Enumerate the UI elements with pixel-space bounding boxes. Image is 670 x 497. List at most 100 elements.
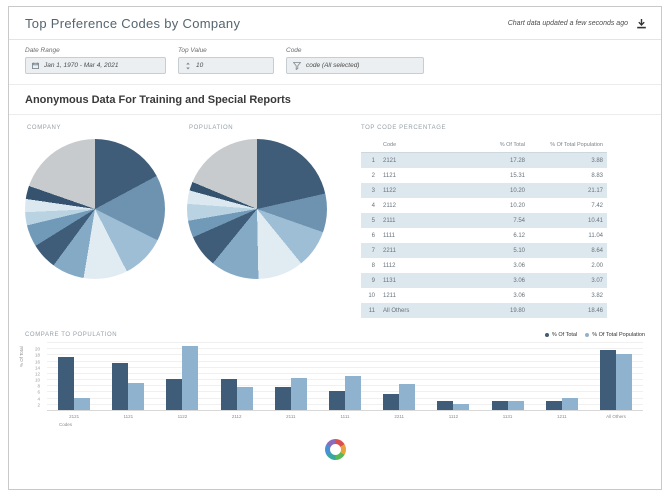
download-button[interactable] — [635, 18, 647, 30]
table-row: 1212117.283.88 — [361, 153, 607, 169]
code-label: Code — [286, 47, 424, 54]
table-col-header: Code — [379, 139, 457, 153]
x-tick-label: 1121 — [101, 411, 155, 419]
brand-logo[interactable] — [325, 439, 346, 460]
table-cell: 3.06 — [457, 273, 529, 288]
bar-group[interactable] — [535, 343, 589, 410]
legend-label: % Of Total — [552, 332, 577, 338]
dashboard-card: Top Preference Codes by Company Chart da… — [8, 6, 662, 490]
y-tick-label: 20 — [35, 347, 40, 352]
bar[interactable] — [112, 363, 128, 410]
table-cell: 10.41 — [529, 213, 607, 228]
table-cell: 10.20 — [457, 183, 529, 198]
bar[interactable] — [58, 357, 74, 410]
bar[interactable] — [275, 387, 291, 410]
table-cell: 9 — [361, 273, 379, 288]
table-row: 521117.5410.41 — [361, 213, 607, 228]
x-tick-label: 1122 — [155, 411, 209, 419]
table-cell: 1111 — [379, 228, 457, 243]
bar[interactable] — [291, 378, 307, 410]
table-row: 1012113.063.82 — [361, 288, 607, 303]
x-tick-label: 1211 — [535, 411, 589, 419]
bar[interactable] — [453, 404, 469, 410]
bar-group[interactable] — [47, 343, 101, 410]
x-tick-label: 1112 — [426, 411, 480, 419]
bar-group[interactable] — [481, 343, 535, 410]
table-cell: 7.54 — [457, 213, 529, 228]
table-cell: 11.04 — [529, 228, 607, 243]
table-row: 611116.1211.04 — [361, 228, 607, 243]
table-row: 2112115.318.83 — [361, 168, 607, 183]
bar-group[interactable] — [155, 343, 209, 410]
x-tick-label: All Others — [589, 411, 643, 419]
table-cell: 2 — [361, 168, 379, 183]
table-cell: 8.64 — [529, 243, 607, 258]
legend-dot-icon — [585, 333, 589, 337]
section-title: Anonymous Data For Training and Special … — [9, 85, 661, 115]
footer — [9, 439, 661, 460]
legend-item[interactable]: % Of Total Population — [585, 332, 645, 338]
x-axis-labels: 2121112111222112211111112211111211311211… — [47, 411, 643, 419]
bar[interactable] — [383, 394, 399, 410]
table-row: 3112210.2021.17 — [361, 183, 607, 198]
bar[interactable] — [329, 391, 345, 410]
bar[interactable] — [399, 384, 415, 410]
table-row: 11All Others19.8018.46 — [361, 303, 607, 318]
table-cell: 1122 — [379, 183, 457, 198]
x-tick-label: 1111 — [318, 411, 372, 419]
table-cell: 2112 — [379, 198, 457, 213]
x-tick-label: 2211 — [372, 411, 426, 419]
bar[interactable] — [616, 354, 632, 410]
bar[interactable] — [74, 398, 90, 410]
date-range-value: Jan 1, 1970 - Mar 4, 2021 — [44, 62, 118, 69]
bar[interactable] — [166, 379, 182, 410]
bar[interactable] — [562, 398, 578, 410]
table-cell: 3.06 — [457, 258, 529, 273]
table-cell: 2111 — [379, 213, 457, 228]
company-pie-chart[interactable] — [25, 139, 165, 279]
table-row: 811123.062.00 — [361, 258, 607, 273]
page-title: Top Preference Codes by Company — [25, 16, 240, 31]
date-range-input[interactable]: Jan 1, 1970 - Mar 4, 2021 — [25, 57, 166, 74]
bar[interactable] — [546, 401, 562, 410]
table-cell: 3.06 — [457, 288, 529, 303]
bar[interactable] — [600, 350, 616, 410]
bar-group[interactable] — [101, 343, 155, 410]
bar[interactable] — [221, 379, 237, 410]
bar[interactable] — [508, 401, 524, 410]
code-select[interactable]: code (All selected) — [286, 57, 424, 74]
table-cell: 3.88 — [529, 153, 607, 169]
bar-chart-title: COMPARE TO POPULATION — [25, 332, 117, 338]
legend-item[interactable]: % Of Total — [545, 332, 577, 338]
bar[interactable] — [128, 383, 144, 410]
bar[interactable] — [437, 401, 453, 410]
table-cell: 7 — [361, 243, 379, 258]
y-tick-label: 4 — [37, 396, 40, 401]
population-pie-label: POPULATION — [189, 125, 339, 131]
bar-group[interactable] — [426, 343, 480, 410]
top-value-input[interactable]: 10 — [178, 57, 274, 74]
table-col-header — [361, 139, 379, 153]
date-range-label: Date Range — [25, 47, 166, 54]
table-col-header: % Of Total — [457, 139, 529, 153]
bar[interactable] — [492, 401, 508, 410]
top-value-value: 10 — [196, 62, 203, 69]
table-cell: 6.12 — [457, 228, 529, 243]
population-pie-chart[interactable] — [187, 139, 327, 279]
bar-group[interactable] — [589, 343, 643, 410]
table-cell: All Others — [379, 303, 457, 318]
table-cell: 11 — [361, 303, 379, 318]
bar-group[interactable] — [318, 343, 372, 410]
table-row: 4211210.207.42 — [361, 198, 607, 213]
table-cell: 5.10 — [457, 243, 529, 258]
table-cell: 18.46 — [529, 303, 607, 318]
bar-group[interactable] — [210, 343, 264, 410]
bar-group[interactable] — [264, 343, 318, 410]
bar[interactable] — [182, 346, 198, 410]
bar-group[interactable] — [372, 343, 426, 410]
table-cell: 2.00 — [529, 258, 607, 273]
updated-status: Chart data updated a few seconds ago — [508, 20, 628, 27]
bar[interactable] — [345, 376, 361, 410]
bar[interactable] — [237, 387, 253, 410]
table-cell: 3.82 — [529, 288, 607, 303]
